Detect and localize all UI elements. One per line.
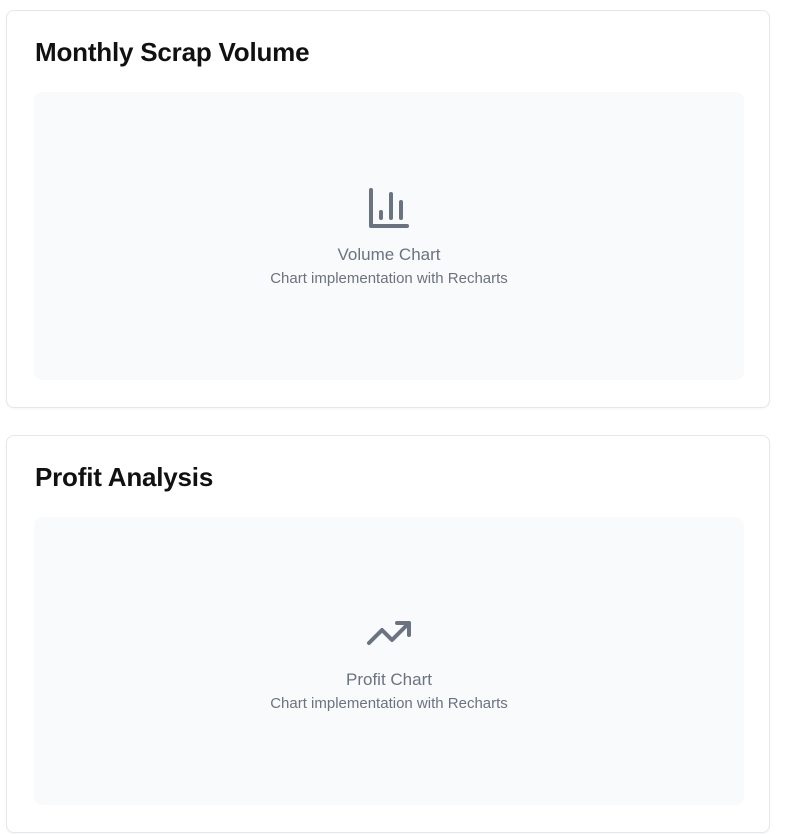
placeholder-subtitle: Chart implementation with Recharts xyxy=(270,694,508,712)
placeholder-subtitle: Chart implementation with Recharts xyxy=(270,269,508,287)
card-title: Profit Analysis xyxy=(35,462,214,492)
profit-analysis-card: Profit Analysis Profit Chart Chart imple… xyxy=(6,435,770,833)
chart-placeholder: Volume Chart Chart implementation with R… xyxy=(34,92,744,380)
card-title: Monthly Scrap Volume xyxy=(35,37,310,67)
chart-placeholder: Profit Chart Chart implementation with R… xyxy=(34,517,744,805)
trending-up-icon xyxy=(365,609,413,669)
bar-chart-icon xyxy=(365,184,413,244)
placeholder-title: Profit Chart xyxy=(346,669,432,689)
placeholder-title: Volume Chart xyxy=(337,244,441,264)
monthly-scrap-volume-card: Monthly Scrap Volume Volume Chart Chart … xyxy=(6,10,770,408)
